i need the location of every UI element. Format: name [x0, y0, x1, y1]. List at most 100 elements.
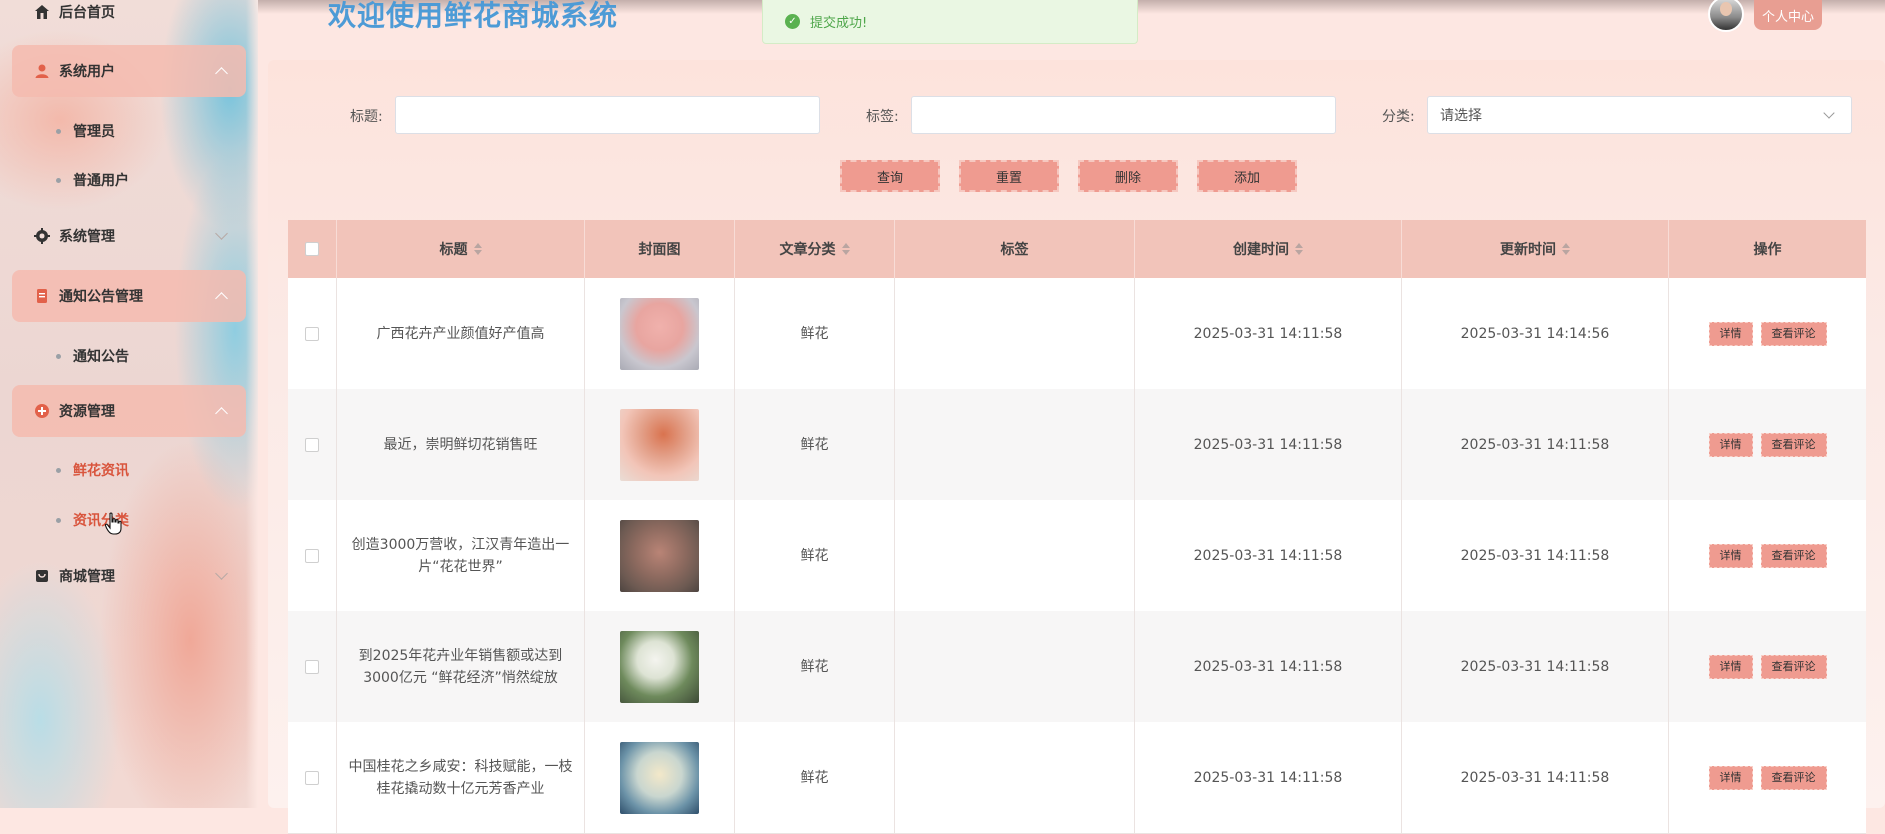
header-tag-label: 标签 — [1000, 242, 1029, 258]
select-all-checkbox[interactable] — [305, 242, 319, 256]
row-checkbox[interactable] — [305, 437, 319, 452]
sidebar-item-notice-management[interactable]: 通知公告管理 — [12, 270, 246, 322]
gear-icon — [34, 228, 50, 244]
tag-label: 标签: — [866, 109, 899, 125]
chevron-down-icon — [1823, 107, 1835, 119]
sort-icon[interactable] — [841, 243, 850, 255]
row-cover-cell — [585, 611, 735, 722]
row-select-cell — [288, 389, 337, 500]
bullet-icon — [56, 517, 61, 523]
row-updated: 2025-03-31 14:11:58 — [1402, 722, 1669, 833]
reset-button[interactable]: 重置 — [959, 160, 1059, 192]
header-title[interactable]: 标题 — [337, 220, 585, 278]
document-icon — [37, 289, 47, 303]
row-created: 2025-03-31 14:11:58 — [1135, 278, 1402, 389]
detail-button[interactable]: 详情 — [1708, 765, 1753, 790]
sidebar-subitem-label: 管理员 — [73, 124, 115, 140]
sidebar-item-label: 系统管理 — [59, 229, 115, 245]
sidebar-subitem-normal-user[interactable]: 普通用户 — [56, 170, 129, 190]
sidebar-item-label: 商城管理 — [59, 569, 115, 585]
sidebar-item-system-management[interactable]: 系统管理 — [12, 210, 246, 262]
cover-image[interactable] — [620, 741, 699, 814]
chevron-up-icon — [215, 67, 228, 80]
delete-button[interactable]: 删除 — [1078, 160, 1178, 192]
bullet-icon — [56, 177, 61, 183]
header-category[interactable]: 文章分类 — [735, 220, 895, 278]
view-comments-button[interactable]: 查看评论 — [1760, 543, 1827, 568]
row-category: 鲜花 — [735, 389, 895, 500]
header-category-label: 文章分类 — [779, 242, 836, 258]
sidebar-edge — [246, 0, 258, 808]
view-comments-button[interactable]: 查看评论 — [1760, 321, 1827, 346]
row-checkbox[interactable] — [305, 659, 319, 674]
sidebar-item-system-users[interactable]: 系统用户 — [12, 45, 246, 97]
chevron-down-icon — [215, 227, 228, 240]
row-actions: 详情 查看评论 — [1669, 611, 1866, 722]
bullet-icon — [56, 128, 61, 134]
row-actions: 详情 查看评论 — [1669, 278, 1866, 389]
table-header: 标题 封面图 文章分类 标签 创建时间 更新时间 操作 — [288, 220, 1866, 278]
row-cover-cell — [585, 278, 735, 389]
view-comments-button[interactable]: 查看评论 — [1760, 654, 1827, 679]
detail-button[interactable]: 详情 — [1708, 321, 1753, 346]
row-cover-cell — [585, 389, 735, 500]
header-updated-label: 更新时间 — [1500, 242, 1556, 258]
cover-image[interactable] — [620, 408, 699, 481]
row-created: 2025-03-31 14:11:58 — [1135, 611, 1402, 722]
header-updated[interactable]: 更新时间 — [1402, 220, 1669, 278]
user-icon — [35, 64, 49, 78]
row-select-cell — [288, 500, 337, 611]
sidebar-subitem-flower-news[interactable]: 鲜花资讯 — [56, 460, 129, 480]
check-circle-icon: ✓ — [785, 14, 800, 29]
row-select-cell — [288, 278, 337, 389]
sidebar-item-label: 系统用户 — [59, 64, 115, 80]
view-comments-button[interactable]: 查看评论 — [1760, 432, 1827, 457]
row-actions: 详情 查看评论 — [1669, 722, 1866, 833]
sidebar-item-label: 资源管理 — [59, 404, 115, 420]
row-checkbox[interactable] — [305, 548, 319, 563]
sidebar-subitem-label: 普通用户 — [73, 173, 129, 189]
sort-icon[interactable] — [1562, 243, 1570, 255]
row-actions: 详情 查看评论 — [1669, 389, 1866, 500]
detail-button[interactable]: 详情 — [1708, 654, 1753, 679]
cover-image[interactable] — [620, 519, 699, 592]
header-title-label: 标题 — [439, 242, 468, 258]
tag-search-input[interactable] — [911, 96, 1336, 134]
sidebar-subitem-notice[interactable]: 通知公告 — [56, 346, 129, 366]
sort-icon[interactable] — [473, 243, 482, 255]
title-search-input[interactable] — [395, 96, 820, 134]
row-category: 鲜花 — [735, 722, 895, 833]
row-select-cell — [288, 611, 337, 722]
add-button[interactable]: 添加 — [1197, 160, 1297, 192]
cover-image[interactable] — [620, 630, 699, 703]
sidebar: 后台首页 系统用户 管理员 普通用户 系统管理 通知公告管理 通知公告 资源管理… — [0, 0, 258, 808]
view-comments-button[interactable]: 查看评论 — [1760, 765, 1827, 790]
sidebar-subitem-admin[interactable]: 管理员 — [56, 121, 115, 141]
sidebar-subitem-label: 通知公告 — [73, 349, 129, 365]
row-tag — [895, 389, 1135, 500]
shop-icon — [36, 570, 48, 582]
query-button[interactable]: 查询 — [840, 160, 940, 192]
header-created[interactable]: 创建时间 — [1135, 220, 1402, 278]
sidebar-item-home[interactable]: 后台首页 — [12, 0, 246, 38]
cover-image[interactable] — [620, 297, 699, 370]
category-select[interactable]: 请选择 — [1427, 96, 1852, 134]
row-updated: 2025-03-31 14:14:56 — [1402, 278, 1669, 389]
row-select-cell — [288, 722, 337, 833]
row-created: 2025-03-31 14:11:58 — [1135, 500, 1402, 611]
row-checkbox[interactable] — [305, 770, 319, 785]
avatar[interactable] — [1708, 0, 1744, 32]
header-actions: 操作 — [1669, 220, 1866, 278]
user-center-button[interactable]: 个人中心 — [1754, 0, 1822, 30]
plus-circle-icon — [35, 404, 49, 418]
row-cover-cell — [585, 722, 735, 833]
row-actions: 详情 查看评论 — [1669, 500, 1866, 611]
detail-button[interactable]: 详情 — [1708, 543, 1753, 568]
sort-icon[interactable] — [1295, 243, 1303, 255]
sidebar-item-mall-management[interactable]: 商城管理 — [12, 550, 246, 602]
detail-button[interactable]: 详情 — [1708, 432, 1753, 457]
row-title: 中国桂花之乡咸安：科技赋能，一枝桂花撬动数十亿元芳香产业 — [337, 722, 585, 833]
sidebar-item-resource-management[interactable]: 资源管理 — [12, 385, 246, 437]
row-checkbox[interactable] — [305, 326, 319, 341]
toast-message: 提交成功! — [810, 16, 868, 31]
